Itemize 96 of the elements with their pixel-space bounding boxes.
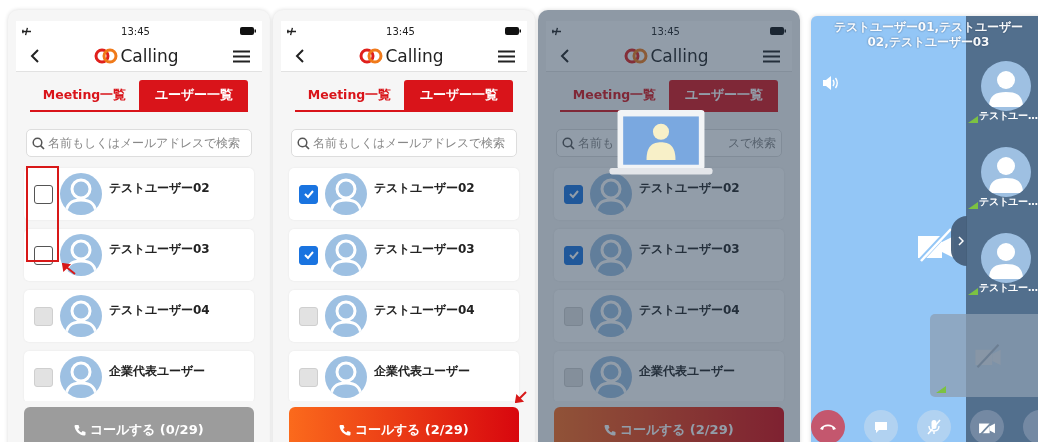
user-row[interactable]: テストユーザー02 bbox=[554, 168, 784, 220]
search-field[interactable]: 名前もしくはメールアドレスで検索 bbox=[26, 129, 252, 157]
checkbox[interactable] bbox=[299, 184, 318, 204]
status-time: 13:45 bbox=[121, 25, 150, 37]
checkbox[interactable] bbox=[564, 184, 583, 204]
user-name: テストユーザー03 bbox=[374, 241, 475, 258]
checkmark-icon bbox=[567, 250, 580, 260]
tab[interactable]: Meeting一覧 bbox=[30, 80, 139, 110]
avatar-icon bbox=[325, 356, 367, 398]
participant-name: テストユー… bbox=[979, 281, 1038, 295]
search-field[interactable]: 名前もしくはメールアドレスで検索 bbox=[291, 129, 517, 157]
user-row[interactable]: テストユーザー03 bbox=[24, 229, 254, 281]
avatar-icon bbox=[981, 61, 1031, 111]
microphone-off-button[interactable] bbox=[917, 410, 951, 442]
participant-name: テストユー… bbox=[979, 109, 1038, 123]
checkmark-icon bbox=[302, 250, 315, 260]
tab[interactable]: ユーザー一覧 bbox=[139, 80, 248, 110]
status-time: 13:45 bbox=[386, 25, 415, 37]
call-button[interactable]: コールする (2/29) bbox=[554, 407, 784, 442]
placeholder-text: スで検索 bbox=[728, 135, 776, 151]
phone-icon bbox=[339, 424, 352, 436]
status-time: 13:45 bbox=[651, 25, 680, 37]
avatar-icon bbox=[60, 295, 102, 337]
tab[interactable]: ユーザー一覧 bbox=[404, 80, 513, 110]
airplane-icon bbox=[22, 26, 31, 36]
avatar-icon bbox=[981, 147, 1031, 197]
avatar-icon bbox=[590, 173, 632, 215]
user-name: テストユーザー04 bbox=[109, 302, 210, 319]
user-name: テストユーザー03 bbox=[639, 241, 740, 258]
call-button[interactable]: コールする (2/29) bbox=[289, 407, 519, 442]
user-name: テストユーザー04 bbox=[639, 302, 740, 319]
avatar-icon bbox=[590, 295, 632, 337]
phone-icon bbox=[604, 424, 617, 436]
back-icon[interactable] bbox=[295, 49, 305, 63]
signal-icon bbox=[968, 288, 979, 295]
logo-icon bbox=[359, 48, 384, 64]
menu-icon[interactable] bbox=[233, 49, 250, 63]
chevron-right-icon bbox=[958, 236, 964, 246]
user-name: 企業代表ユーザー bbox=[109, 363, 205, 380]
user-name: テストユーザー02 bbox=[639, 180, 740, 197]
user-name: テストユーザー04 bbox=[374, 302, 475, 319]
search-icon bbox=[32, 136, 45, 150]
checkmark-icon bbox=[567, 189, 580, 199]
chat-button[interactable] bbox=[864, 410, 898, 442]
logo-icon bbox=[624, 48, 649, 64]
airplane-icon bbox=[552, 26, 561, 36]
tab[interactable]: ユーザー一覧 bbox=[669, 80, 778, 110]
user-row[interactable]: テストユーザー02 bbox=[289, 168, 519, 220]
microphone-off-icon bbox=[927, 419, 941, 435]
user-name: テストユーザー03 bbox=[109, 241, 210, 258]
user-row[interactable]: テストユーザー03 bbox=[554, 229, 784, 281]
phone-icon bbox=[819, 423, 837, 431]
tab[interactable]: Meeting一覧 bbox=[295, 80, 404, 110]
signal-icon bbox=[968, 202, 979, 209]
avatar-icon bbox=[325, 173, 367, 215]
avatar-icon bbox=[60, 234, 102, 276]
user-name: 企業代表ユーザー bbox=[374, 363, 470, 380]
checkbox[interactable] bbox=[564, 245, 583, 265]
checkmark-icon bbox=[302, 189, 315, 199]
search-icon bbox=[562, 136, 575, 150]
pointer-arrow bbox=[62, 263, 76, 275]
camera-off-icon bbox=[974, 344, 1002, 368]
phone-icon bbox=[74, 424, 87, 436]
hang-up-button[interactable] bbox=[811, 410, 845, 442]
avatar-icon bbox=[325, 234, 367, 276]
signal-icon bbox=[936, 386, 946, 393]
menu-icon[interactable] bbox=[498, 49, 515, 63]
search-icon bbox=[297, 136, 310, 150]
user-name: 企業代表ユーザー bbox=[639, 363, 735, 380]
airplane-icon bbox=[287, 26, 296, 36]
signal-icon bbox=[968, 116, 979, 123]
avatar-icon bbox=[590, 356, 632, 398]
speaker-icon[interactable] bbox=[823, 76, 839, 90]
collapse-tab[interactable] bbox=[951, 216, 967, 266]
battery-icon bbox=[240, 27, 256, 35]
participant-name: テストユー… bbox=[979, 195, 1038, 209]
user-row[interactable]: テストユーザー02 bbox=[24, 168, 254, 220]
user-row[interactable]: テストユーザー03 bbox=[289, 229, 519, 281]
checkbox[interactable] bbox=[34, 184, 53, 204]
tab[interactable]: Meeting一覧 bbox=[560, 80, 669, 110]
avatar-icon bbox=[60, 173, 102, 215]
avatar-icon bbox=[981, 233, 1031, 283]
checkbox[interactable] bbox=[299, 245, 318, 265]
chat-icon bbox=[874, 420, 888, 434]
avatar-icon bbox=[325, 295, 367, 337]
app-name: Calling bbox=[120, 46, 179, 66]
app-name: Calling bbox=[650, 46, 709, 66]
user-name: テストユーザー02 bbox=[109, 180, 210, 197]
avatar-icon bbox=[60, 356, 102, 398]
app-name: Calling bbox=[385, 46, 444, 66]
user-name: テストユーザー02 bbox=[374, 180, 475, 197]
battery-icon bbox=[770, 27, 786, 35]
avatar-icon bbox=[590, 234, 632, 276]
logo-icon bbox=[94, 48, 119, 64]
back-icon[interactable] bbox=[30, 49, 40, 63]
battery-icon bbox=[505, 27, 521, 35]
